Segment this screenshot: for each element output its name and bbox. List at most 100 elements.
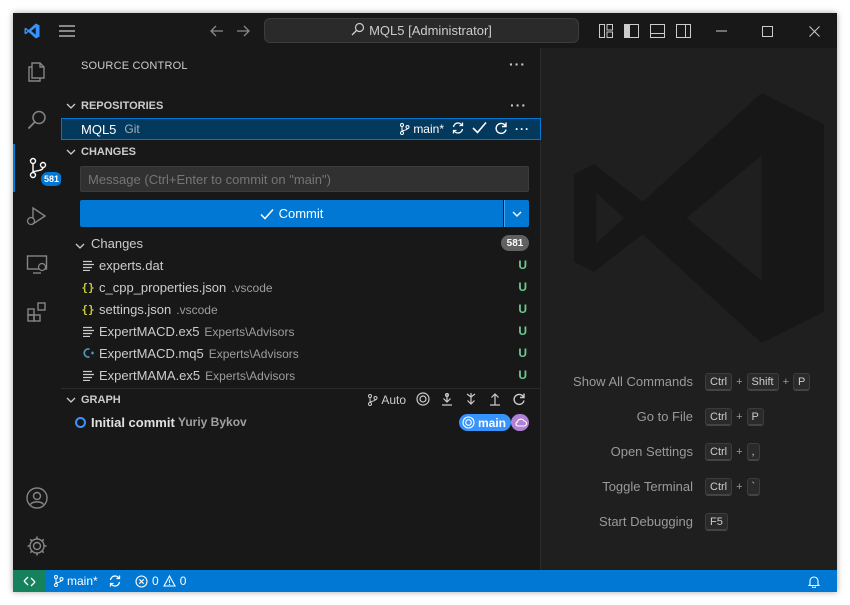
file-dir-label: Experts\Advisors	[205, 368, 296, 383]
fetch-icon[interactable]	[440, 392, 454, 409]
shortcut-row: Open Settings Ctrl +,	[541, 443, 837, 463]
vscode-logo-icon	[21, 20, 43, 42]
repositories-section-header[interactable]: REPOSITORIES ···	[61, 95, 541, 117]
graph-auto-label: Auto	[381, 393, 406, 407]
activity-bar: 581	[13, 48, 63, 570]
branch-pill-label: main	[478, 415, 507, 430]
customize-layout-icon[interactable]	[596, 21, 616, 41]
changed-file-row[interactable]: ExpertMAMA.ex5 Experts\Advisors U	[61, 364, 541, 386]
status-branch-label: main*	[67, 574, 98, 588]
file-dir-label: .vscode	[176, 302, 218, 317]
shortcut-label: Go to File	[636, 409, 693, 424]
file-name: ExpertMACD.mq5 Experts\Advisors	[99, 346, 299, 361]
pull-icon[interactable]	[464, 392, 478, 409]
file-name: ExpertMAMA.ex5 Experts\Advisors	[99, 368, 295, 383]
key-plus: +	[736, 446, 743, 458]
commit-author: Yuriy Bykov	[178, 415, 247, 429]
file-dir-label: .vscode	[231, 280, 273, 295]
key-plus: +	[736, 411, 743, 423]
file-status: U	[518, 346, 527, 360]
push-icon[interactable]	[488, 392, 502, 409]
repositories-more-actions-icon[interactable]: ···	[510, 97, 527, 113]
check-icon	[260, 208, 274, 220]
shortcut-row: Toggle Terminal Ctrl + `	[541, 478, 837, 498]
changed-file-row[interactable]: {} c_cpp_properties.json .vscode U	[61, 276, 541, 298]
accounts-icon[interactable]	[13, 474, 61, 522]
keycap: Shift	[746, 373, 779, 391]
file-name-label: experts.dat	[99, 257, 164, 273]
repositories-header-label: REPOSITORIES	[81, 100, 164, 112]
explorer-icon[interactable]	[13, 48, 61, 96]
commit-check-icon[interactable]	[472, 121, 487, 137]
keycap: Ctrl	[705, 443, 733, 461]
file-name-label: ExpertMACD.ex5	[99, 323, 200, 339]
commit-message-input[interactable]	[80, 166, 529, 192]
file-name-label: c_cpp_properties.json	[99, 279, 227, 295]
changes-group[interactable]: Changes 581	[61, 232, 541, 254]
file-name-label: settings.json	[99, 301, 172, 317]
keycap: Ctrl	[705, 373, 733, 391]
remote-indicator[interactable]	[13, 570, 45, 592]
status-problems[interactable]: 0 0	[135, 570, 186, 592]
changes-count-badge: 581	[501, 235, 529, 251]
file-name: ExpertMACD.ex5 Experts\Advisors	[99, 324, 294, 339]
forward-arrow-icon[interactable]	[233, 21, 253, 41]
graph-branch-filter-button[interactable]: Auto	[367, 393, 406, 407]
shortcut-row: Go to File Ctrl + P	[541, 408, 837, 428]
shortcut-label: Open Settings	[610, 444, 693, 459]
warnings-count: 0	[179, 574, 187, 588]
run-debug-icon[interactable]	[13, 192, 61, 240]
key-plus: +	[782, 376, 789, 388]
branch-button[interactable]: main*	[399, 122, 444, 136]
remote-icon	[23, 576, 35, 586]
source-control-icon[interactable]: 581	[13, 144, 63, 192]
toggle-secondary-sidebar-icon[interactable]	[673, 21, 693, 41]
maximize-icon[interactable]	[757, 21, 777, 41]
search-icon	[351, 22, 369, 39]
commit-options-dropdown[interactable]	[504, 200, 529, 227]
sync-icon[interactable]	[451, 121, 465, 138]
repo-more-actions-icon[interactable]: ···	[515, 122, 530, 136]
warning-icon	[162, 575, 176, 587]
back-arrow-icon[interactable]	[207, 21, 227, 41]
keycap: P	[793, 373, 811, 391]
vscode-window: MQL5 [Administrator] 581 SOURCE CONTROL …	[13, 13, 837, 592]
repo-name: MQL5	[81, 121, 117, 137]
lines-icon	[81, 257, 95, 273]
search-icon[interactable]	[13, 96, 61, 144]
toggle-primary-sidebar-icon[interactable]	[621, 21, 641, 41]
remote-explorer-icon[interactable]	[13, 240, 61, 288]
keycap: `	[746, 478, 761, 496]
refresh-icon[interactable]	[512, 392, 526, 409]
repository-row[interactable]: MQL5 Git main* ···	[61, 118, 541, 140]
commit-button[interactable]: Commit	[80, 200, 503, 227]
changes-section-header[interactable]: CHANGES	[61, 141, 541, 163]
gear-icon[interactable]	[13, 522, 61, 570]
bell-icon	[808, 575, 820, 588]
command-center-search[interactable]: MQL5 [Administrator]	[264, 18, 579, 43]
changed-file-row[interactable]: experts.dat U	[61, 254, 541, 276]
changed-file-row[interactable]: {} settings.json .vscode U	[61, 298, 541, 320]
toggle-panel-icon[interactable]	[647, 21, 667, 41]
commit-button-label: Commit	[278, 206, 324, 221]
status-branch[interactable]: main*	[53, 570, 98, 592]
shortcut-keys: Ctrl + P	[705, 408, 764, 426]
go-to-current-icon[interactable]	[416, 391, 430, 409]
file-name-label: ExpertMACD.mq5	[99, 345, 204, 361]
branch-icon	[368, 394, 378, 406]
keycap: Ctrl	[705, 478, 733, 496]
file-dir-label: Experts\Advisors	[208, 346, 299, 361]
changed-file-row[interactable]: ExpertMACD.mq5 Experts\Advisors U	[61, 342, 541, 364]
notifications-bell[interactable]	[808, 570, 820, 592]
changed-file-row[interactable]: ExpertMACD.ex5 Experts\Advisors U	[61, 320, 541, 342]
graph-commit-row[interactable]: Initial commit Yuriy Bykov main	[61, 411, 541, 433]
extensions-icon[interactable]	[13, 288, 61, 336]
close-icon[interactable]	[804, 21, 824, 41]
menu-icon[interactable]	[57, 21, 77, 41]
chevron-down-icon	[512, 211, 522, 217]
status-sync[interactable]	[108, 570, 122, 592]
sync-icon	[109, 575, 121, 587]
refresh-icon[interactable]	[494, 121, 508, 138]
minimize-icon[interactable]	[711, 21, 731, 41]
views-more-actions-icon[interactable]: ···	[509, 56, 526, 72]
